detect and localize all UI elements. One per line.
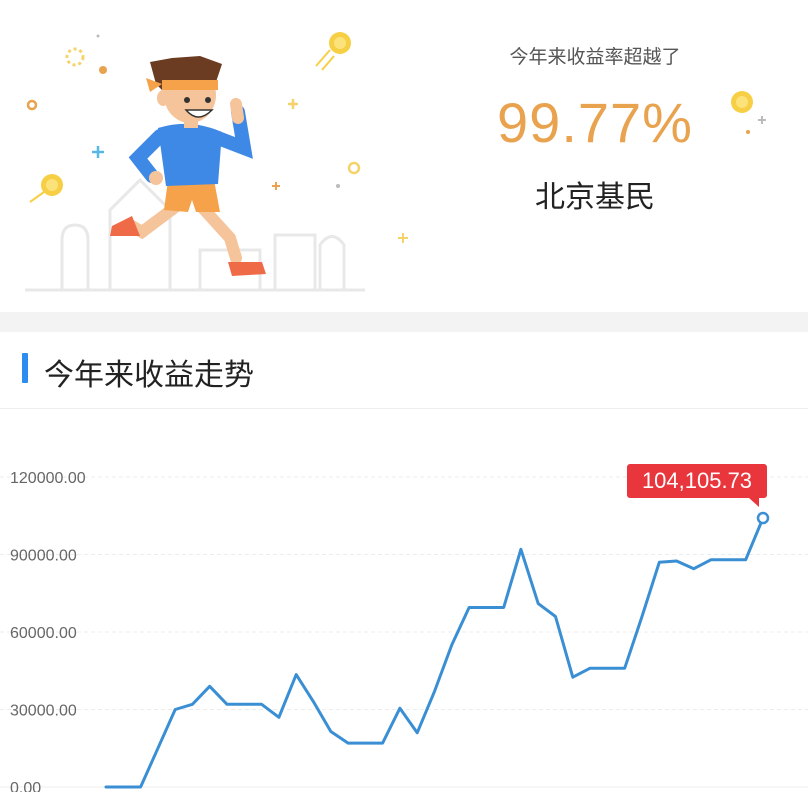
tooltip-pointer — [749, 498, 759, 508]
beat-rate-value: 99.77% — [497, 91, 693, 154]
beat-rate-label: 今年来收益率超越了 — [509, 47, 681, 68]
highlight-point — [756, 511, 770, 525]
series-path — [104, 516, 765, 789]
chart-grid — [0, 476, 808, 788]
y-tick-label: 60000.00 — [10, 625, 77, 642]
return-trend-chart[interactable]: 120000.00 90000.00 60000.00 30000.00 0.00 10… — [0, 409, 808, 792]
y-tick-label: 30000.00 — [10, 703, 77, 720]
coin-icon — [731, 91, 766, 134]
coin-icon — [29, 174, 63, 203]
y-tick-label: 120000.00 — [10, 470, 86, 487]
section-accent-bar — [22, 353, 28, 383]
beat-rate-group: 北京基民 — [535, 181, 655, 214]
y-axis-ticks: 120000.00 90000.00 60000.00 30000.00 0.00 — [10, 470, 86, 792]
beat-rate-banner: 今年来收益率超越了 99.77% 北京基民 — [0, 0, 808, 312]
runner-illustration — [25, 32, 408, 292]
runner-figure — [110, 56, 266, 276]
value-tooltip: 104,105.73 — [627, 464, 770, 525]
tooltip-value: 104,105.73 — [642, 468, 752, 493]
section-title: 今年来收益走势 — [44, 359, 254, 392]
series-line — [104, 516, 765, 789]
section-divider — [0, 312, 808, 332]
y-tick-label: 90000.00 — [10, 548, 77, 565]
y-tick-label: 0.00 — [10, 780, 41, 792]
coin-icon — [315, 32, 351, 71]
